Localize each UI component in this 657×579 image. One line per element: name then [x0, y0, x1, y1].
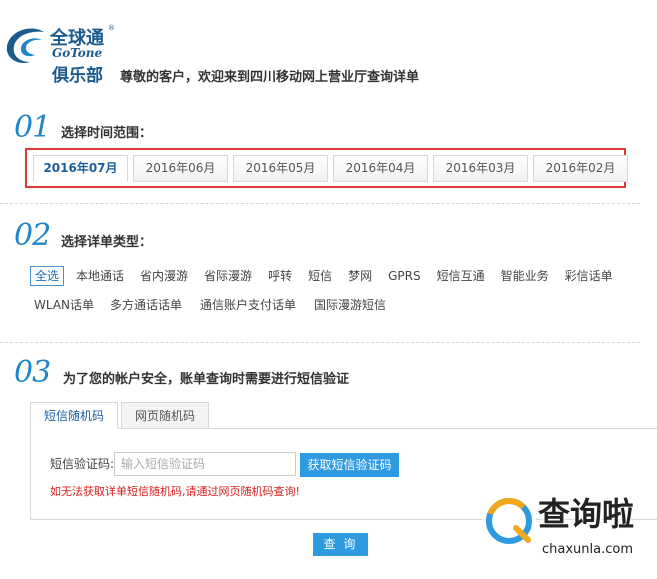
- step-1-number: 01: [14, 110, 51, 145]
- bill-type-row-1: 全选 本地通话 省内漫游 省际漫游 呼转 短信 梦网 GPRS 短信互通 智能业…: [30, 266, 617, 286]
- page: 全球通 ® GoTone 俱乐部 尊敬的客户，欢迎来到四川移动网上营业厅查询详单…: [0, 0, 657, 579]
- logo-club-label: 俱乐部: [52, 66, 103, 86]
- bill-type-gprs[interactable]: GPRS: [384, 266, 425, 286]
- tab-web-code[interactable]: 网页随机码: [121, 402, 210, 429]
- bill-type-wlan[interactable]: WLAN话单: [32, 295, 96, 315]
- bill-type-sms-interworking[interactable]: 短信互通: [433, 266, 489, 286]
- section-divider: [0, 203, 640, 204]
- bill-type-row-2: WLAN话单 多方通话话单 通信账户支付话单 国际漫游短信: [32, 295, 390, 315]
- sms-code-label: 短信验证码:: [50, 457, 115, 471]
- bill-type-smart-service[interactable]: 智能业务: [497, 266, 553, 286]
- bill-type-mms[interactable]: 彩信话单: [561, 266, 617, 286]
- bill-type-local-call[interactable]: 本地通话: [72, 266, 128, 286]
- section-divider: [0, 342, 640, 343]
- step-2-title: 选择详单类型：: [61, 235, 153, 250]
- watermark-domain: chaxunla.com: [542, 542, 633, 557]
- query-button[interactable]: 查 询: [313, 533, 368, 556]
- step-3-title: 为了您的帐户安全，账单查询时需要进行短信验证: [63, 372, 350, 387]
- logo-english-name: GoTone: [52, 46, 103, 60]
- month-tab-2016-03[interactable]: 2016年03月: [433, 155, 528, 182]
- bill-type-multiparty-call[interactable]: 多方通话话单: [106, 295, 186, 315]
- sms-code-warning: 如无法获取详单短信随机码,请通过网页随机码查询!: [50, 485, 300, 498]
- month-tab-2016-02[interactable]: 2016年02月: [533, 155, 628, 182]
- bill-type-provincial-roaming[interactable]: 省内漫游: [136, 266, 192, 286]
- month-tab-2016-04[interactable]: 2016年04月: [333, 155, 428, 182]
- month-selector-highlight: 2016年07月 2016年06月 2016年05月 2016年04月 2016…: [25, 148, 628, 188]
- bill-type-intl-roaming-sms[interactable]: 国际漫游短信: [310, 295, 390, 315]
- verification-tabs: 短信随机码 网页随机码: [30, 402, 212, 429]
- step-2-number: 02: [14, 218, 51, 253]
- get-sms-code-button[interactable]: 获取短信验证码: [300, 453, 399, 477]
- watermark-badge: [484, 496, 534, 546]
- bill-type-account-payment[interactable]: 通信账户支付话单: [196, 295, 300, 315]
- gotone-club-logo: 全球通 ® GoTone 俱乐部: [4, 24, 116, 86]
- tab-sms-code[interactable]: 短信随机码: [30, 402, 119, 429]
- gotone-logo-icon: [6, 28, 44, 64]
- month-tabs: 2016年07月 2016年06月 2016年05月 2016年04月 2016…: [33, 155, 628, 182]
- step-1-title: 选择时间范围：: [61, 126, 153, 141]
- sms-code-input[interactable]: [114, 452, 296, 476]
- step-3-number: 03: [14, 355, 51, 390]
- month-tab-2016-06[interactable]: 2016年06月: [133, 155, 228, 182]
- bill-type-call-forward[interactable]: 呼转: [264, 266, 296, 286]
- chaxunla-watermark: 查询啦 chaxunla.com: [480, 490, 655, 570]
- magnifier-icon: [486, 498, 532, 544]
- bill-type-sms[interactable]: 短信: [304, 266, 336, 286]
- bill-type-monternet[interactable]: 梦网: [344, 266, 376, 286]
- welcome-text: 尊敬的客户，欢迎来到四川移动网上营业厅查询详单: [120, 70, 420, 85]
- month-tab-2016-07[interactable]: 2016年07月: [33, 155, 128, 182]
- registered-mark: ®: [108, 24, 115, 32]
- watermark-text: 查询啦: [538, 495, 635, 533]
- bill-type-all[interactable]: 全选: [30, 266, 65, 286]
- bill-type-interprovincial-roaming[interactable]: 省际漫游: [200, 266, 256, 286]
- month-tab-2016-05[interactable]: 2016年05月: [233, 155, 328, 182]
